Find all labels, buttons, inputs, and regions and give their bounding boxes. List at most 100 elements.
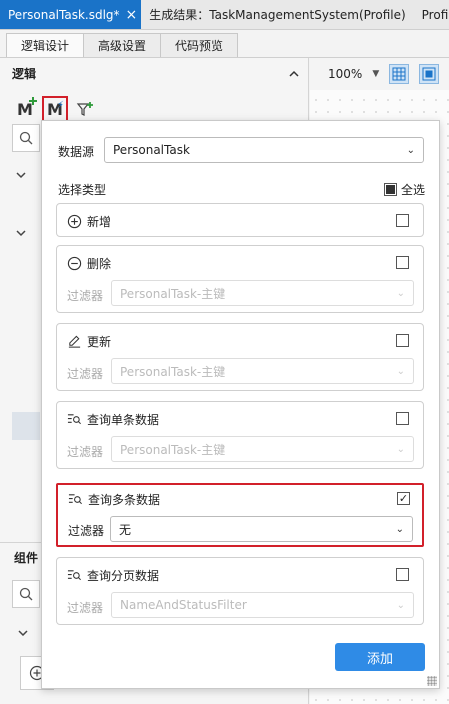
logic-panel-header[interactable]: 逻辑 — [0, 58, 309, 88]
close-icon[interactable]: × — [126, 8, 138, 22]
tree-expand-toggle[interactable] — [18, 626, 28, 640]
select-all-label: 全选 — [401, 183, 426, 197]
chevron-up-icon[interactable] — [289, 66, 299, 80]
filter-label: 过滤器 — [68, 524, 105, 538]
action-card-delete: 删除 过滤器 PersonalTask-主键 ⌄ — [56, 245, 424, 313]
card-title: 查询多条数据 — [68, 491, 160, 508]
tab-personaltask[interactable]: PersonalTask.sdlg* × — [0, 0, 142, 29]
query-paged-checkbox[interactable] — [396, 568, 409, 581]
checkbox-indeterminate-icon — [384, 183, 397, 196]
action-card-query-single: 查询单条数据 过滤器 PersonalTask-主键 ⌄ — [56, 401, 424, 469]
filter-value: 无 — [119, 522, 132, 537]
search-icon — [19, 587, 33, 601]
create-checkbox[interactable] — [396, 214, 409, 227]
card-label: 更新 — [87, 335, 112, 349]
datasource-row: 数据源 — [58, 143, 94, 160]
add-circle-icon — [67, 214, 82, 229]
edit-icon — [68, 335, 81, 348]
editor-tab-bar: 逻辑设计 高级设置 代码预览 — [0, 30, 449, 58]
filter-label: 过滤器 — [67, 367, 104, 381]
card-title: 新增 — [67, 213, 111, 230]
grid-icon — [392, 67, 406, 81]
query-single-filter-select: PersonalTask-主键 ⌄ — [111, 436, 414, 462]
chevron-down-icon: ⌄ — [406, 144, 415, 156]
lightning-icon: ⚡ — [56, 100, 64, 111]
delete-checkbox[interactable] — [396, 256, 409, 269]
chevron-down-icon — [18, 630, 28, 637]
frame-icon — [422, 67, 436, 81]
panel-title: 逻辑 — [12, 66, 37, 81]
action-card-query-multiple: 查询多条数据 过滤器 无 ⌄ — [56, 483, 424, 547]
tab-label: Profile-T — [421, 7, 449, 22]
query-multiple-filter-select[interactable]: 无 ⌄ — [110, 516, 413, 542]
canvas-toolbar: 100% ▼ — [310, 58, 449, 90]
filter-label: 过滤器 — [67, 601, 104, 615]
select-all-checkbox[interactable]: 全选 — [384, 181, 425, 198]
card-label: 查询单条数据 — [87, 413, 160, 427]
chevron-down-icon: ⌄ — [396, 287, 405, 299]
filter-add-button[interactable] — [72, 96, 98, 122]
update-filter-select: PersonalTask-主键 ⌄ — [111, 358, 414, 384]
filter-add-icon — [76, 102, 93, 116]
datasource-value: PersonalTask — [113, 143, 190, 157]
chevron-down-icon: ⌄ — [396, 599, 405, 611]
card-label: 新增 — [87, 215, 112, 229]
grid-toggle-button[interactable] — [389, 64, 410, 84]
card-title: 查询分页数据 — [67, 567, 159, 584]
logic-toolbar: M M ⚡ — [12, 96, 98, 122]
chevron-down-icon: ⌄ — [396, 365, 405, 377]
tab-code-preview[interactable]: 代码预览 — [160, 33, 239, 57]
tab-advanced-settings[interactable]: 高级设置 — [83, 33, 162, 57]
type-heading: 选择类型 — [58, 183, 107, 197]
datasource-label: 数据源 — [58, 145, 95, 159]
search-button[interactable] — [12, 580, 40, 608]
card-title: 查询单条数据 — [67, 411, 159, 428]
filter-value: PersonalTask-主键 — [120, 364, 226, 379]
update-checkbox[interactable] — [396, 334, 409, 347]
tab-logic-design[interactable]: 逻辑设计 — [6, 33, 85, 57]
filter-label: 过滤器 — [67, 445, 104, 459]
document-tab-bar: PersonalTask.sdlg* × 生成结果：TaskManagement… — [0, 0, 449, 30]
minus-circle-icon — [67, 256, 82, 271]
panel-title: 组件 — [14, 551, 39, 565]
card-title: 更新 — [67, 333, 111, 350]
action-card-query-paged: 查询分页数据 过滤器 NameAndStatusFilter ⌄ — [56, 557, 424, 625]
query-single-checkbox[interactable] — [396, 412, 409, 425]
search-button[interactable] — [12, 124, 40, 152]
card-label: 删除 — [87, 257, 112, 271]
selected-tree-item[interactable] — [12, 412, 40, 440]
chevron-down-icon[interactable]: ▼ — [372, 69, 379, 79]
tab-label: PersonalTask.sdlg* — [8, 7, 120, 22]
filter-label: 过滤器 — [67, 289, 104, 303]
tree-expand-toggle[interactable] — [16, 168, 26, 182]
delete-filter-select: PersonalTask-主键 ⌄ — [111, 280, 414, 306]
plus-icon — [29, 97, 37, 105]
query-icon — [67, 570, 81, 581]
card-label: 查询多条数据 — [88, 493, 161, 507]
search-icon — [19, 131, 33, 145]
chevron-down-icon — [16, 172, 26, 179]
tree-expand-toggle[interactable] — [16, 226, 26, 240]
query-icon — [68, 494, 82, 505]
card-label: 查询分页数据 — [87, 569, 160, 583]
query-paged-filter-select: NameAndStatusFilter ⌄ — [111, 592, 414, 618]
model-action-button[interactable]: M ⚡ — [42, 96, 68, 122]
tab-label: 生成结果：TaskManagementSystem(Profile) — [149, 8, 406, 22]
frame-toggle-button[interactable] — [419, 64, 440, 84]
zoom-level[interactable]: 100% — [328, 67, 362, 81]
chevron-down-icon: ⌄ — [395, 523, 404, 535]
filter-value: NameAndStatusFilter — [120, 598, 247, 612]
tab-generated-result[interactable]: 生成结果：TaskManagementSystem(Profile) — [141, 0, 413, 29]
action-card-update: 更新 过滤器 PersonalTask-主键 ⌄ — [56, 323, 424, 391]
add-action-dialog: 数据源 PersonalTask ⌄ 选择类型 全选 新增 删除 过滤器 Per… — [41, 120, 440, 689]
filter-value: PersonalTask-主键 — [120, 286, 226, 301]
chevron-down-icon: ⌄ — [396, 443, 405, 455]
add-button[interactable]: 添加 — [335, 643, 425, 671]
card-title: 删除 — [67, 255, 111, 272]
query-multiple-checkbox[interactable] — [397, 492, 410, 505]
datasource-select[interactable]: PersonalTask ⌄ — [104, 137, 424, 163]
add-model-button[interactable]: M — [12, 96, 38, 122]
tab-profile[interactable]: Profile-T — [414, 0, 449, 29]
resize-grip-icon[interactable] — [427, 676, 437, 686]
query-icon — [67, 414, 81, 425]
